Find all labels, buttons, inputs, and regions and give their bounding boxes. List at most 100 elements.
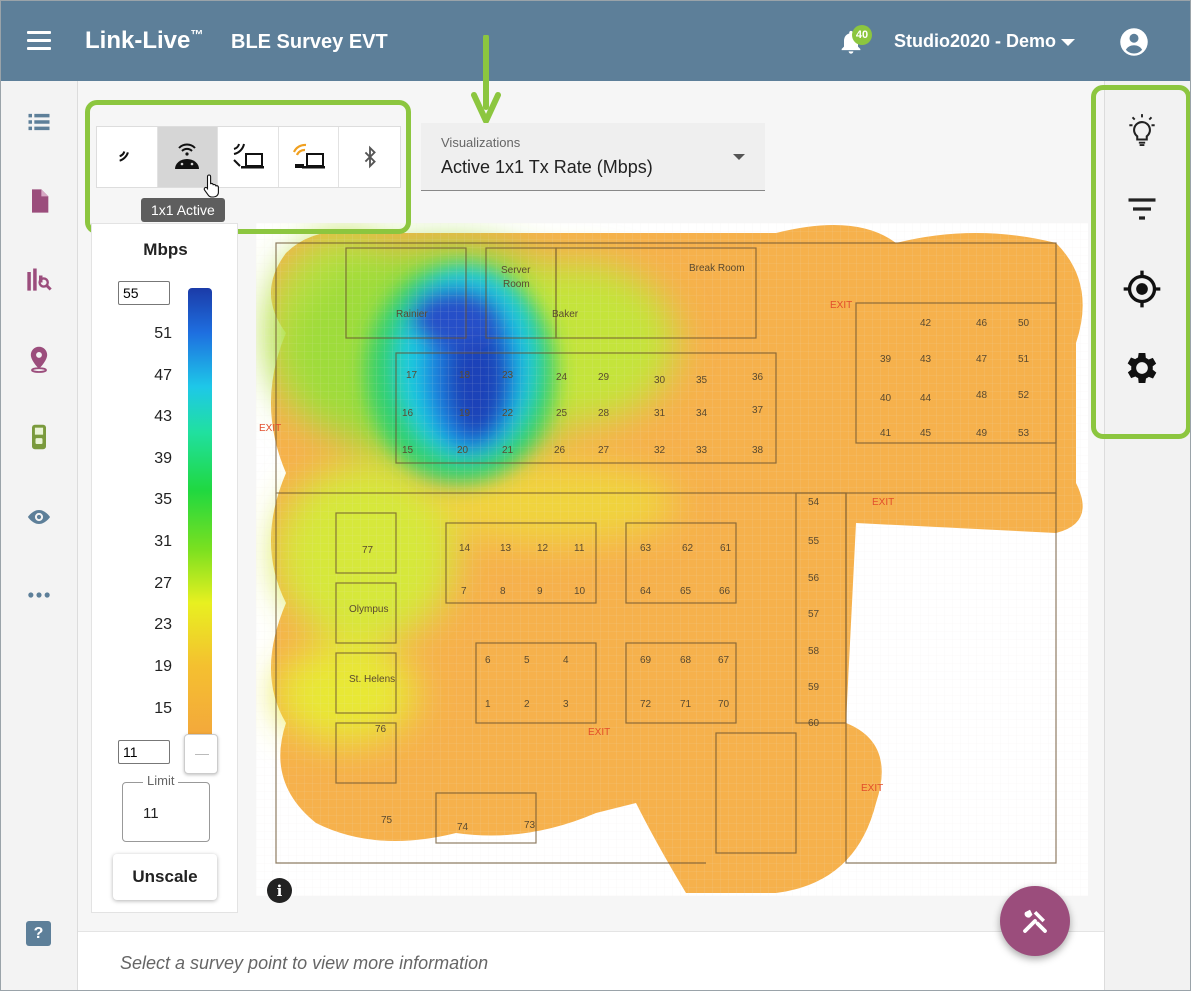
arrow-down-icon (471, 35, 501, 124)
seat-number: 1 (485, 699, 491, 710)
seat-number: 10 (574, 586, 586, 597)
seat-number: 60 (808, 718, 820, 729)
seat-number: 72 (640, 699, 652, 710)
seat-number: 73 (524, 820, 536, 831)
seat-number: 19 (459, 408, 471, 419)
seat-number: 38 (752, 445, 764, 456)
seat-number: 66 (719, 586, 731, 597)
visualization-label: Visualizations (441, 135, 521, 150)
seat-number: 26 (554, 445, 566, 456)
color-scale-bar (188, 288, 212, 738)
info-icon[interactable]: i (267, 878, 292, 903)
seat-number: 18 (459, 370, 471, 381)
seat-number: 2 (524, 699, 530, 710)
list-icon[interactable] (25, 108, 53, 136)
room-label: Olympus (349, 604, 388, 615)
seat-number: 44 (920, 393, 932, 404)
seat-number: 42 (920, 318, 932, 329)
menu-icon[interactable] (27, 31, 51, 51)
seat-number: 28 (598, 408, 610, 419)
room-label: Room (503, 279, 530, 290)
exit-label: EXIT (259, 423, 281, 434)
room-label: Break Room (689, 263, 745, 274)
rail-highlight (1091, 85, 1190, 439)
scale-tick: 51 (154, 325, 172, 342)
chevron-down-icon[interactable] (1061, 39, 1075, 46)
room-label: St. Helens (349, 674, 395, 685)
seat-number: 74 (457, 822, 469, 833)
seat-number: 49 (976, 428, 988, 439)
scale-min-input[interactable] (118, 740, 170, 764)
scale-slider-handle[interactable] (184, 734, 218, 774)
seat-number: 53 (1018, 428, 1030, 439)
seat-number: 11 (574, 543, 585, 554)
seat-number: 52 (1018, 390, 1030, 401)
account-icon[interactable] (1119, 27, 1149, 57)
seat-number: 14 (459, 543, 471, 554)
analytics-icon[interactable] (25, 265, 53, 293)
app-title: Link-Live™ (85, 27, 204, 54)
scale-tick: 35 (154, 491, 172, 508)
seat-number: 13 (500, 543, 512, 554)
seat-number: 68 (680, 655, 692, 666)
seat-number: 27 (598, 445, 610, 456)
scale-tick: 39 (154, 450, 172, 467)
seat-number: 21 (502, 445, 514, 456)
seat-number: 34 (696, 408, 708, 419)
tester-device-icon[interactable] (25, 423, 53, 451)
limit-field[interactable]: Limit 11 (122, 773, 210, 842)
help-icon[interactable]: ? (26, 921, 51, 946)
seat-number: 31 (654, 408, 666, 419)
location-pin-icon[interactable] (25, 345, 53, 373)
seat-number: 61 (720, 543, 732, 554)
seat-number: 8 (500, 586, 506, 597)
organization-selector[interactable]: Studio2020 - Demo (894, 31, 1056, 52)
scale-tick: 27 (154, 575, 172, 592)
legend-unit: Mbps (143, 240, 188, 259)
seat-number: 36 (752, 372, 764, 383)
mode-highlight (85, 100, 411, 234)
seat-number: 71 (680, 699, 692, 710)
seat-number: 70 (718, 699, 730, 710)
tools-fab-button[interactable] (1000, 886, 1070, 956)
seat-number: 24 (556, 372, 568, 383)
seat-number: 4 (563, 655, 569, 666)
seat-number: 75 (381, 815, 393, 826)
seat-number: 58 (808, 646, 820, 657)
seat-number: 22 (502, 408, 514, 419)
seat-number: 20 (457, 445, 469, 456)
seat-number: 45 (920, 428, 932, 439)
document-icon[interactable] (25, 187, 53, 215)
seat-number: 6 (485, 655, 491, 666)
seat-number: 3 (563, 699, 569, 710)
room-label: Server (501, 265, 531, 276)
seat-number: 76 (375, 724, 387, 735)
seat-number: 30 (654, 375, 666, 386)
seat-number: 56 (808, 573, 820, 584)
eye-icon[interactable] (25, 503, 53, 531)
scale-tick: 23 (154, 616, 172, 633)
visualization-select[interactable]: Visualizations Active 1x1 Tx Rate (Mbps) (421, 123, 765, 191)
floorplan-heatmap[interactable]: Server Room Break Room Rainier Baker Oly… (256, 223, 1088, 896)
seat-number: 17 (406, 370, 418, 381)
seat-number: 77 (362, 545, 374, 556)
seat-number: 62 (682, 543, 694, 554)
exit-label: EXIT (861, 783, 883, 794)
seat-number: 54 (808, 497, 820, 508)
scale-max-input[interactable] (118, 281, 170, 305)
room-label: Baker (552, 309, 579, 320)
seat-number: 47 (976, 354, 988, 365)
seat-number: 32 (654, 445, 666, 456)
unscale-button[interactable]: Unscale (113, 854, 217, 900)
limit-value: 11 (143, 805, 159, 822)
more-icon[interactable] (25, 581, 53, 609)
seat-number: 65 (680, 586, 692, 597)
seat-number: 59 (808, 682, 820, 693)
seat-number: 63 (640, 543, 652, 554)
seat-number: 15 (402, 445, 414, 456)
seat-number: 35 (696, 375, 708, 386)
status-message: Select a survey point to view more infor… (120, 953, 489, 973)
exit-label: EXIT (588, 727, 610, 738)
seat-number: 40 (880, 393, 892, 404)
seat-number: 50 (1018, 318, 1030, 329)
